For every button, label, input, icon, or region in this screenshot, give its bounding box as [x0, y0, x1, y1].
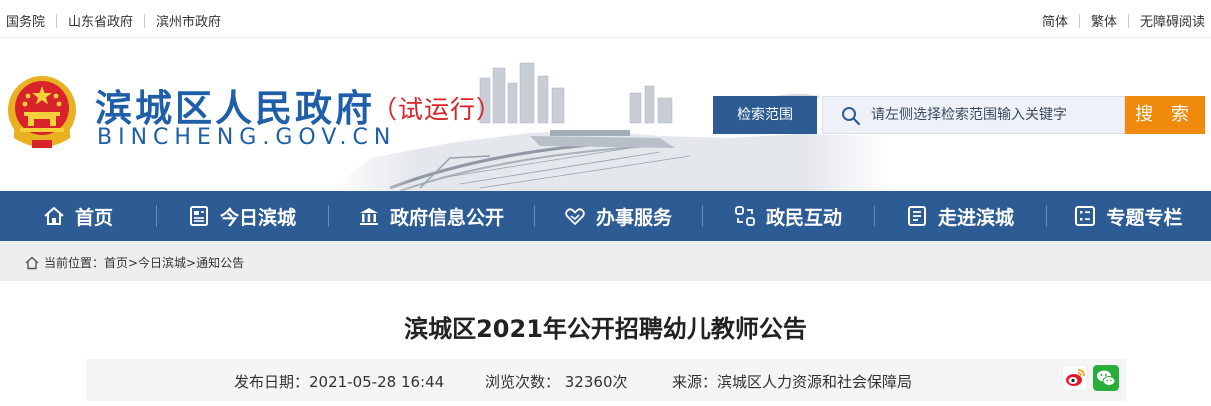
search-scope-button[interactable]: 检索范围 — [713, 96, 817, 134]
location-home-icon — [25, 256, 39, 269]
search-button[interactable]: 搜 索 — [1125, 96, 1205, 134]
publish-date: 发布日期：2021-05-28 16:44 — [234, 373, 445, 391]
profile-card-icon — [907, 206, 926, 226]
simplified-chinese-link[interactable]: 简体 — [1042, 11, 1068, 30]
nav-label: 专题专栏 — [1106, 206, 1183, 229]
search-input[interactable] — [871, 97, 1121, 133]
nav-label: 政府信息公开 — [389, 206, 504, 229]
article-title: 滨城区2021年公开招聘幼儿教师公告 — [404, 315, 807, 343]
handshake-icon — [565, 208, 585, 226]
nav-label: 办事服务 — [595, 206, 672, 229]
divider — [144, 13, 146, 28]
article-source: 来源：滨城区人力资源和社会保障局 — [672, 373, 913, 391]
nav-label: 政民互动 — [765, 206, 842, 229]
traditional-chinese-link[interactable]: 繁体 — [1091, 11, 1117, 30]
main-navigation: 首页 今日滨城 政府信息公开 办事服务 政民互动 走进滨城 专题专栏 — [0, 191, 1211, 241]
nav-item-special-topics[interactable]: 专题专栏 — [1046, 191, 1211, 241]
breadcrumb-bar: 当前位置：首页>今日滨城>通知公告 — [0, 241, 1211, 281]
nav-item-services[interactable]: 办事服务 — [534, 191, 702, 241]
site-domain: BINCHENG.GOV.CN — [97, 125, 397, 150]
building-icon — [359, 208, 378, 225]
national-emblem-logo — [8, 76, 76, 148]
site-title: 滨城区人民政府 — [95, 87, 375, 130]
site-header: 滨城区人民政府 （试运行） BINCHENG.GOV.CN 检索范围 搜 索 — [0, 38, 1211, 191]
search-box — [822, 96, 1125, 134]
nav-item-interaction[interactable]: 政民互动 — [702, 191, 874, 241]
list-icon — [1075, 206, 1096, 226]
interaction-icon — [735, 206, 755, 226]
nav-item-today-bincheng[interactable]: 今日滨城 — [156, 191, 328, 241]
divider — [1127, 13, 1129, 28]
weibo-icon[interactable] — [1062, 365, 1088, 391]
accessibility-link[interactable]: 无障碍阅读 — [1140, 11, 1205, 30]
divider — [56, 13, 58, 28]
nav-label: 今日滨城 — [219, 206, 296, 229]
view-count: 浏览次数： 32360次 — [485, 373, 628, 391]
newspaper-icon — [189, 206, 208, 226]
trial-label: （试运行） — [372, 95, 503, 124]
divider — [1078, 13, 1080, 28]
home-icon — [44, 207, 64, 225]
top-bar: 国务院 山东省政府 滨州市政府 简体 繁体 无障碍阅读 — [0, 0, 1211, 38]
article-meta: 发布日期：2021-05-28 16:44 浏览次数： 32360次 来源：滨城… — [86, 359, 1126, 401]
external-links: 国务院 山东省政府 滨州市政府 — [6, 11, 221, 30]
link-shandong-gov[interactable]: 山东省政府 — [68, 11, 133, 30]
nav-item-about-bincheng[interactable]: 走进滨城 — [874, 191, 1046, 241]
breadcrumb: 当前位置：首页>今日滨城>通知公告 — [25, 254, 244, 271]
link-binzhou-gov[interactable]: 滨州市政府 — [156, 11, 221, 30]
nav-label: 首页 — [74, 206, 113, 229]
nav-label: 走进滨城 — [937, 206, 1014, 229]
wechat-icon[interactable] — [1093, 365, 1119, 391]
nav-item-gov-info[interactable]: 政府信息公开 — [328, 191, 534, 241]
link-state-council[interactable]: 国务院 — [6, 11, 45, 30]
breadcrumb-text[interactable]: 当前位置：首页>今日滨城>通知公告 — [44, 254, 244, 271]
nav-item-home[interactable]: 首页 — [0, 191, 156, 241]
display-options: 简体 繁体 无障碍阅读 — [1042, 11, 1205, 30]
search-icon — [842, 107, 861, 126]
